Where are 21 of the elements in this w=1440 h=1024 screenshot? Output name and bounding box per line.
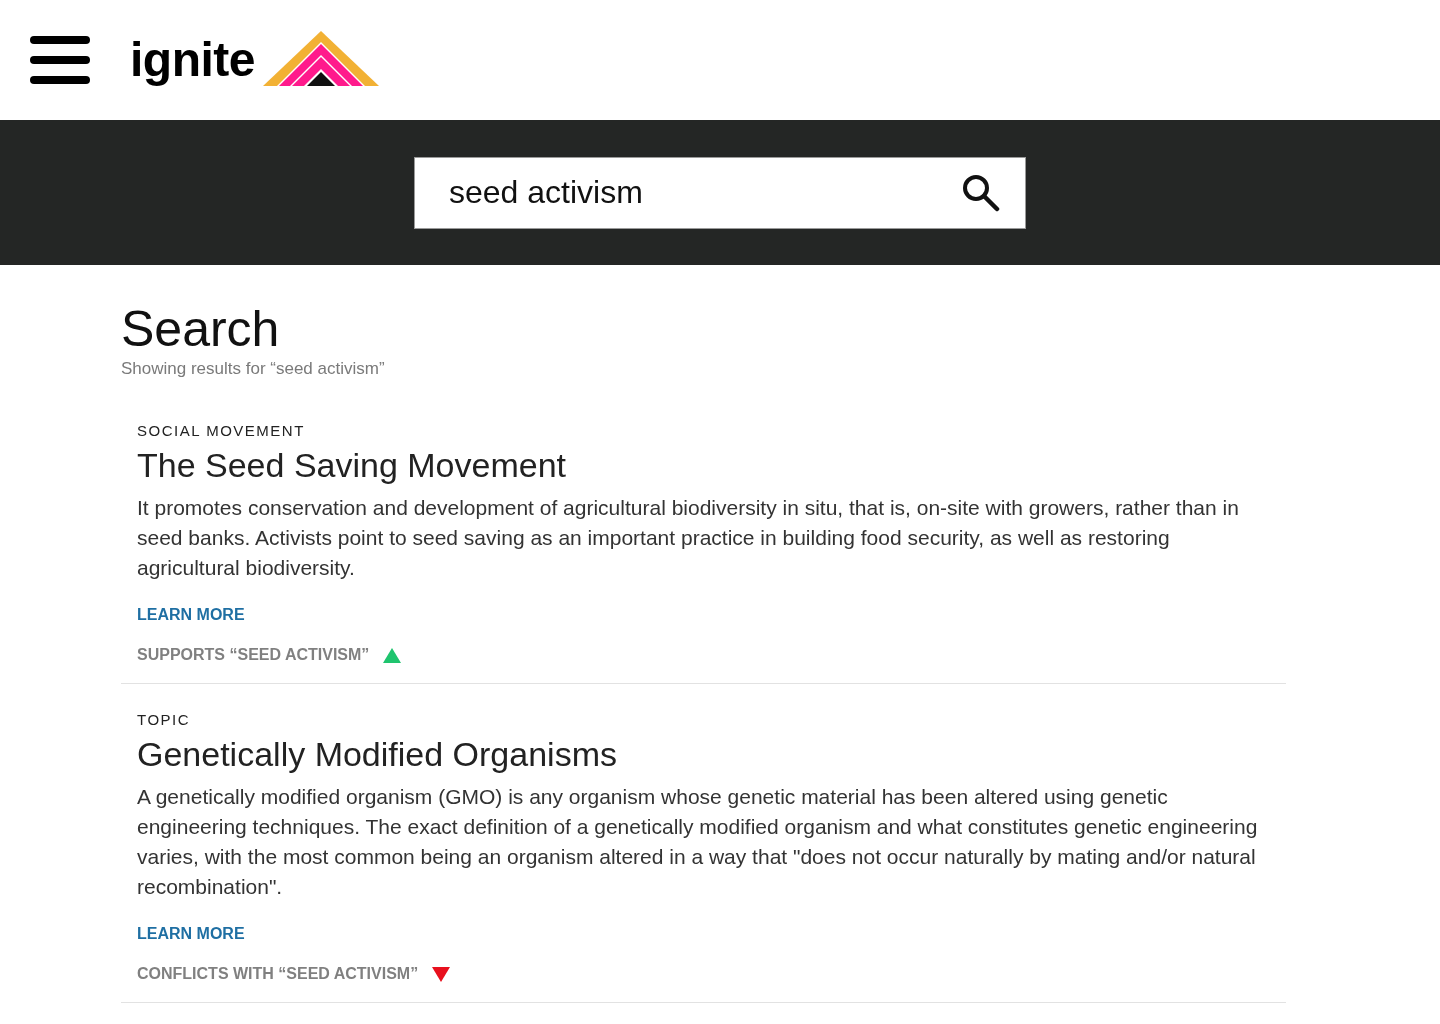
search-button[interactable] — [962, 173, 1000, 212]
stance-label: SUPPORTS “SEED ACTIVISM” — [137, 645, 370, 665]
menu-icon — [30, 36, 90, 84]
learn-more-link[interactable]: LEARN MORE — [137, 603, 245, 627]
page-title: Search — [121, 301, 281, 357]
search-icon — [962, 173, 1000, 212]
search-field[interactable]: seed activism — [414, 156, 1026, 229]
stance-label: CONFLICTS WITH “SEED ACTIVISM” — [137, 964, 419, 984]
up-triangle-icon — [383, 647, 402, 663]
result-title: Genetically Modified Organisms — [137, 734, 618, 774]
result-description: It promotes conservation and development of agricultural biodiversity in situ, that is, on-site with growers, rather than in seed banks. Activists point to seed saving as an important practice in building food security, as well as restoring agricultural biodiversity. — [137, 495, 1240, 581]
results-subtitle: Showing results for “seed activism” — [121, 358, 386, 380]
logo-text: ignite — [130, 32, 255, 88]
result-description: A genetically modified organism (GMO) is any organism whose genetic material has been altered using genetic engineering techniques. The exact definition of a genetically modified organism and what constitutes genetic engineering varies, with the most common being an organism altered in a way that "does not occur naturally by mating and/or natural recombination". — [137, 784, 1259, 900]
menu-button[interactable] — [30, 36, 90, 84]
result-title: The Seed Saving Movement — [137, 445, 568, 485]
down-triangle-icon — [432, 966, 451, 982]
learn-more-link[interactable]: LEARN MORE — [137, 922, 245, 946]
result-category: TOPIC — [137, 710, 192, 730]
result-category: SOCIAL MOVEMENT — [137, 421, 306, 441]
mountain-logo-icon — [263, 30, 379, 86]
